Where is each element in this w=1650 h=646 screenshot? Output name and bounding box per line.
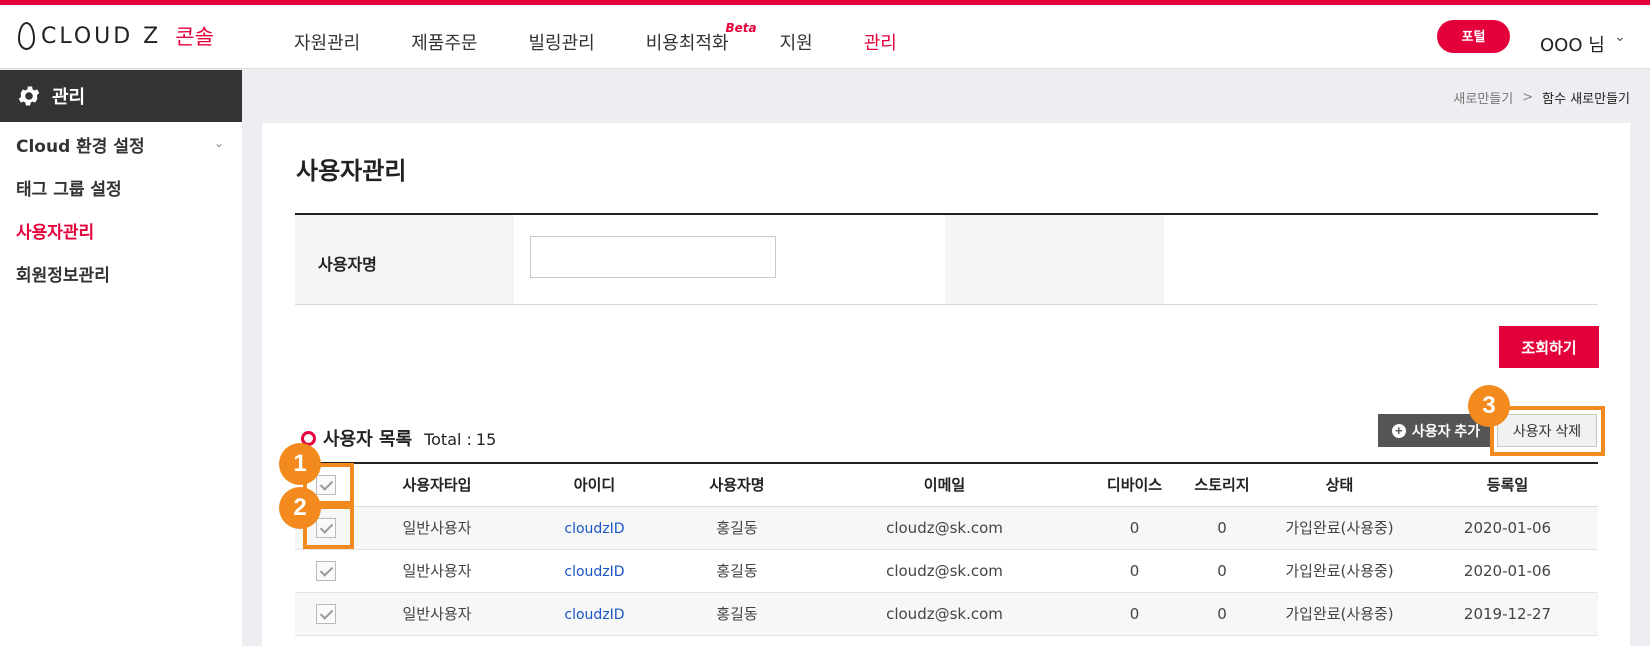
main-content: 사용자관리 사용자명 조회하기 사용자 목록 Total : 15 + 사용자 … — [262, 123, 1630, 646]
sidebar-title: 관리 — [52, 87, 86, 108]
cell-date: 2020-01-06 — [1417, 549, 1598, 593]
logo-text: CLOUD Z — [41, 23, 162, 49]
table-header-row: 사용자타입 아이디 사용자명 이메일 디바이스 스토리지 상태 등록일 — [295, 463, 1598, 507]
cell-storage: 0 — [1182, 549, 1262, 593]
annotation-marker-3: 3 — [1468, 385, 1510, 427]
cell-status: 가입완료(사용중) — [1262, 506, 1417, 550]
cell-email: cloudz@sk.com — [802, 592, 1087, 636]
search-filter: 사용자명 — [295, 213, 1598, 305]
cell-storage: 0 — [1182, 592, 1262, 636]
add-user-label: 사용자 추가 — [1411, 422, 1481, 439]
sidebar-item-tag-group[interactable]: 태그 그룹 설정 — [16, 175, 122, 200]
table-row[interactable]: 일반사용자 cloudzID 홍길동 cloudz@sk.com 0 0 가입완… — [295, 549, 1598, 593]
logo-drop-icon — [18, 22, 35, 50]
list-title: 사용자 목록 — [323, 429, 413, 450]
total-count: 15 — [475, 430, 497, 449]
breadcrumb-separator: > — [1522, 90, 1534, 105]
column-header[interactable]: 상태 — [1262, 463, 1417, 507]
column-header[interactable]: 사용자타입 — [357, 463, 517, 507]
top-header: CLOUD Z 콘솔 자원관리 제품주문 빌링관리 비용최적화 Beta 지원 관… — [0, 5, 1650, 69]
nav-item-admin[interactable]: 관리 — [864, 29, 897, 55]
column-header[interactable]: 아이디 — [517, 463, 672, 507]
gear-icon — [18, 86, 40, 106]
chevron-down-icon[interactable]: ⌄ — [1614, 29, 1626, 45]
cell-id: cloudzID — [517, 506, 672, 550]
chevron-down-icon[interactable]: ⌄ — [214, 136, 224, 150]
portal-button[interactable]: 포털 — [1437, 20, 1510, 53]
nav-item-order[interactable]: 제품주문 — [411, 29, 477, 55]
beta-badge: Beta — [725, 21, 757, 35]
nav-item-cost[interactable]: 비용최적화 Beta — [645, 21, 757, 55]
cell-id: cloudzID — [517, 592, 672, 636]
breadcrumb-current: 함수 새로만들기 — [1542, 92, 1630, 107]
row-checkbox[interactable] — [316, 603, 336, 624]
cell-user-type: 일반사용자 — [357, 549, 517, 593]
user-name[interactable]: OOO 님 — [1540, 31, 1605, 57]
cell-storage: 0 — [1182, 506, 1262, 550]
nav-item-support[interactable]: 지원 — [780, 29, 813, 55]
table-row[interactable]: 일반사용자 cloudzID 홍길동 cloudz@sk.com 0 0 가입완… — [295, 592, 1598, 636]
logo[interactable]: CLOUD Z 콘솔 — [18, 21, 214, 51]
cell-device: 0 — [1087, 592, 1182, 636]
total-label: Total : — [424, 430, 472, 449]
cell-email: cloudz@sk.com — [802, 549, 1087, 593]
user-id-link[interactable]: cloudzID — [564, 521, 624, 537]
user-id-link[interactable]: cloudzID — [564, 607, 624, 623]
list-header: 사용자 목록 Total : 15 — [301, 425, 496, 451]
nav-item-resource[interactable]: 자원관리 — [294, 29, 360, 55]
filter-label-cell: 사용자명 — [295, 215, 514, 304]
column-header[interactable]: 이메일 — [802, 463, 1087, 507]
cell-user-type: 일반사용자 — [357, 592, 517, 636]
row-select-cell — [295, 592, 357, 636]
row-select-cell — [295, 549, 357, 593]
column-header[interactable]: 사용자명 — [672, 463, 802, 507]
cell-user-type: 일반사용자 — [357, 506, 517, 550]
sidebar-item-cloud-env[interactable]: Cloud 환경 설정 — [16, 132, 145, 157]
cell-name: 홍길동 — [672, 592, 802, 636]
cell-status: 가입완료(사용중) — [1262, 592, 1417, 636]
search-button[interactable]: 조회하기 — [1499, 326, 1599, 368]
row-checkbox[interactable] — [316, 560, 336, 581]
filter-label: 사용자명 — [318, 255, 377, 274]
plus-circle-icon: + — [1391, 423, 1406, 438]
user-id-link[interactable]: cloudzID — [564, 564, 624, 580]
breadcrumb-parent[interactable]: 새로만들기 — [1453, 88, 1513, 107]
cell-id: cloudzID — [517, 549, 672, 593]
global-nav: 자원관리 제품주문 빌링관리 비용최적화 Beta 지원 관리 — [294, 21, 897, 55]
cell-name: 홍길동 — [672, 549, 802, 593]
annotation-marker-1: 1 — [279, 443, 321, 485]
cell-device: 0 — [1087, 549, 1182, 593]
cell-device: 0 — [1087, 506, 1182, 550]
cell-date: 2019-12-27 — [1417, 592, 1598, 636]
column-header[interactable]: 디바이스 — [1087, 463, 1182, 507]
sidebar-header: 관리 — [0, 70, 242, 122]
cell-name: 홍길동 — [672, 506, 802, 550]
annotation-marker-2: 2 — [279, 487, 321, 529]
nav-item-cost-label: 비용최적화 — [645, 33, 729, 54]
cell-date: 2020-01-06 — [1417, 506, 1598, 550]
filter-empty-cell — [945, 215, 1164, 304]
page-title: 사용자관리 — [296, 157, 407, 185]
column-header[interactable]: 스토리지 — [1182, 463, 1262, 507]
logo-sub: 콘솔 — [175, 25, 214, 49]
table-row[interactable]: 일반사용자 cloudzID 홍길동 cloudz@sk.com 0 0 가입완… — [295, 506, 1598, 550]
breadcrumb: 새로만들기 > 함수 새로만들기 — [1453, 88, 1630, 107]
column-header[interactable]: 등록일 — [1417, 463, 1598, 507]
sidebar: 관리 Cloud 환경 설정 ⌄ 태그 그룹 설정 사용자관리 회원정보관리 — [0, 70, 242, 646]
cell-status: 가입완료(사용중) — [1262, 549, 1417, 593]
nav-item-billing[interactable]: 빌링관리 — [529, 29, 595, 55]
sidebar-item-member-info[interactable]: 회원정보관리 — [16, 261, 110, 286]
sidebar-item-user-admin[interactable]: 사용자관리 — [16, 218, 94, 243]
cell-email: cloudz@sk.com — [802, 506, 1087, 550]
user-table: 사용자타입 아이디 사용자명 이메일 디바이스 스토리지 상태 등록일 일반사용… — [295, 462, 1598, 636]
user-name-input[interactable] — [530, 236, 776, 278]
